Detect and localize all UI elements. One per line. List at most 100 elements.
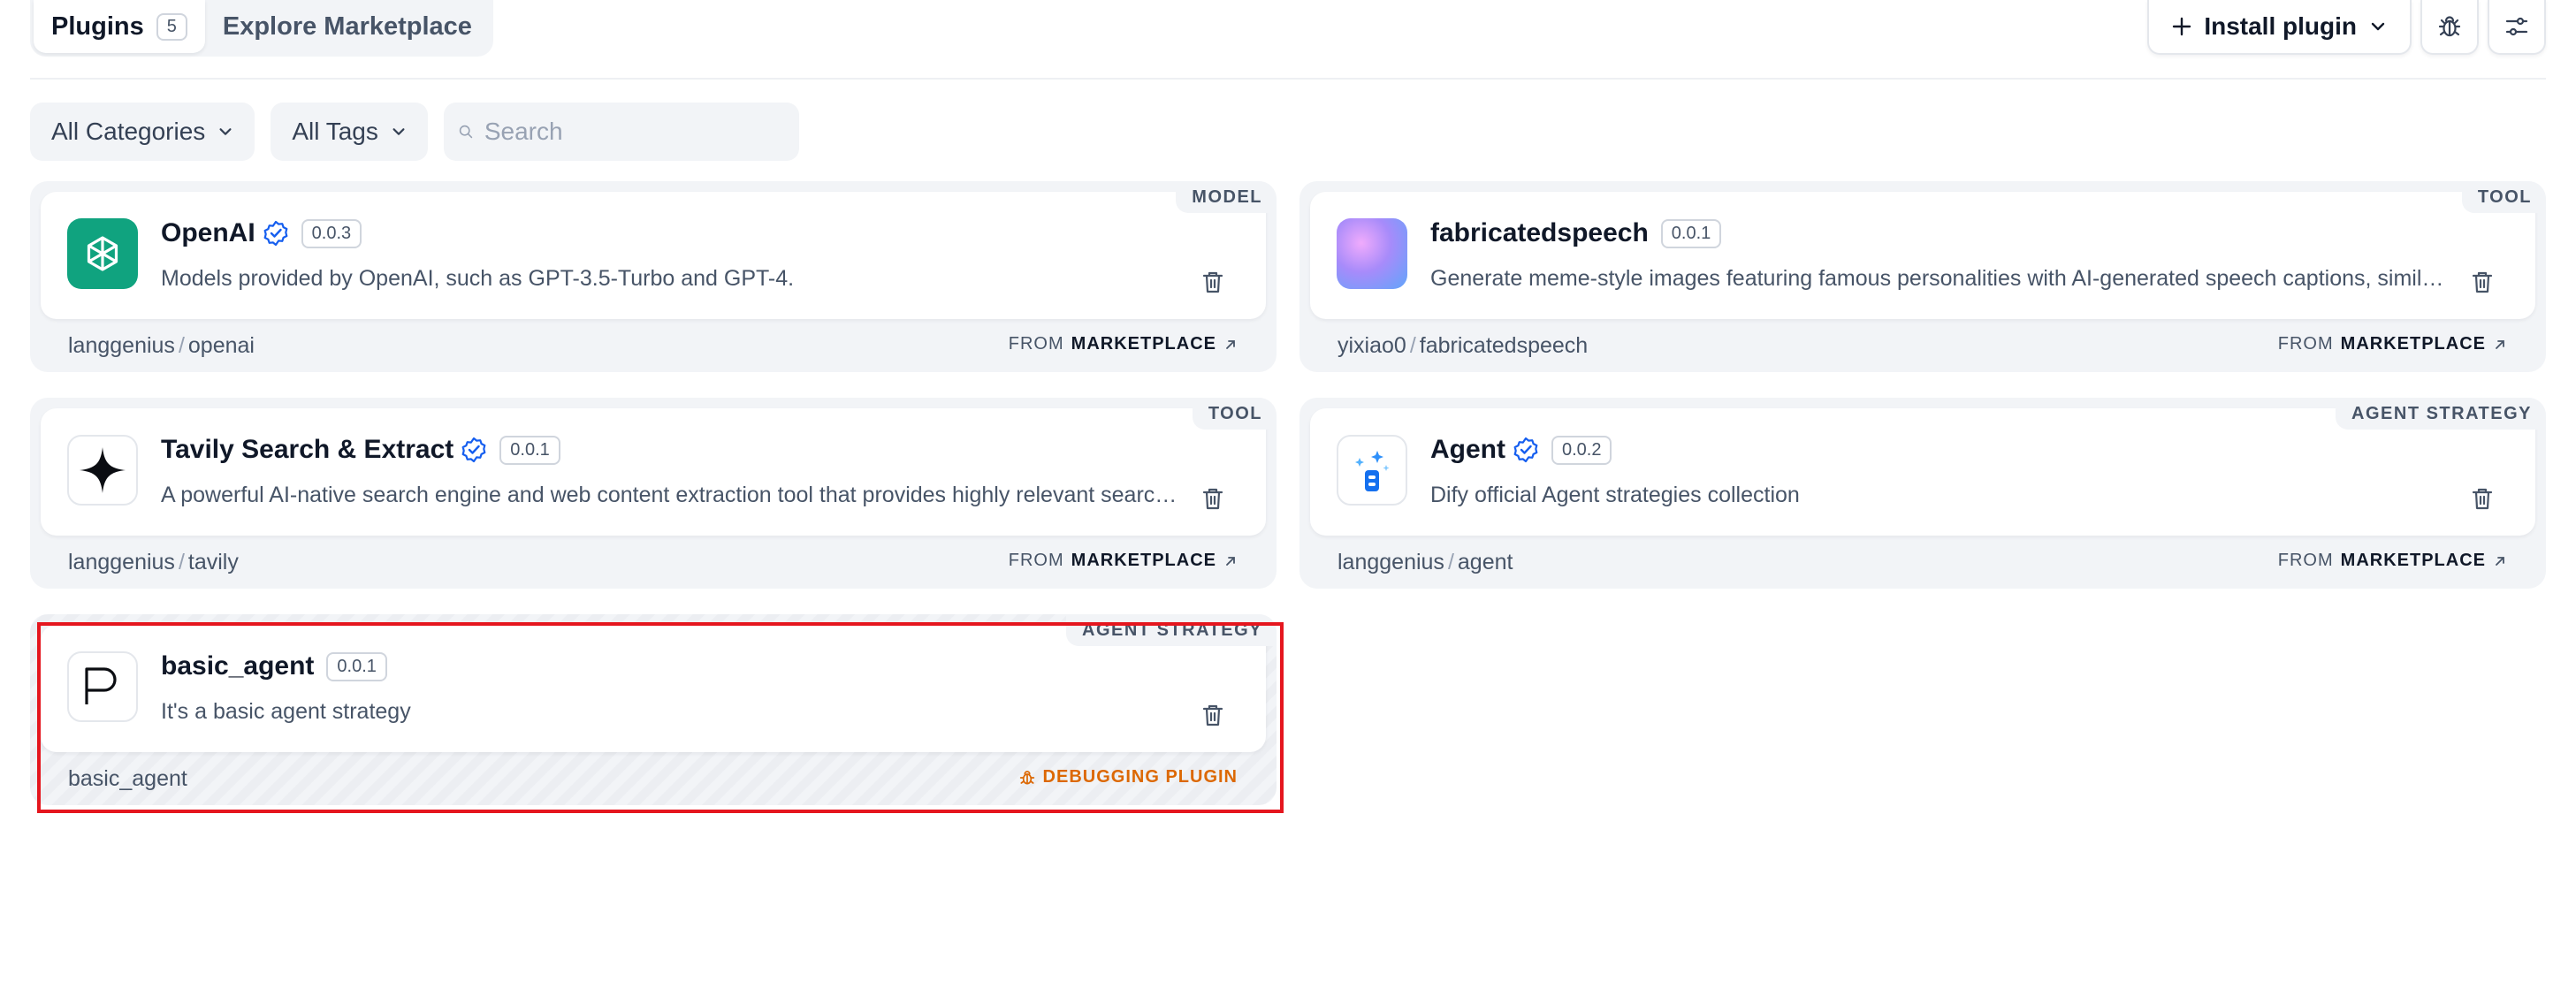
delete-plugin-button[interactable] xyxy=(1197,266,1229,298)
debug-button[interactable] xyxy=(2420,0,2479,55)
search-box[interactable] xyxy=(443,103,799,161)
source-label: MARKETPLACE xyxy=(1071,334,1216,354)
author-name: langgenius xyxy=(1338,550,1444,574)
plugin-name: Agent xyxy=(1430,435,1505,464)
author-separator: / xyxy=(178,333,185,358)
delete-plugin-button[interactable] xyxy=(1197,699,1229,731)
arrow-up-right-icon xyxy=(2496,339,2504,349)
debugging-plugin-text: DEBUGGING PLUGIN xyxy=(1042,767,1238,787)
chevron-down-icon xyxy=(219,128,232,135)
marketplace-link[interactable]: FROM MARKETPLACE xyxy=(2278,551,2507,571)
plugin-author: yixiao0/fabricatedspeech xyxy=(1338,333,1588,359)
trash-icon xyxy=(1202,488,1223,510)
plugin-description: It's a basic agent strategy xyxy=(161,699,411,724)
plugin-card[interactable]: OpenAI 0.0.3 Models provided by OpenAI, … xyxy=(30,181,1277,372)
delete-plugin-button[interactable] xyxy=(1197,483,1229,514)
author-name: langgenius xyxy=(68,550,175,574)
trash-icon xyxy=(1202,271,1223,293)
plugin-slug: agent xyxy=(1457,550,1513,574)
author-separator: / xyxy=(1447,550,1454,574)
version-badge: 0.0.1 xyxy=(499,435,560,465)
bug-icon xyxy=(1019,770,1034,785)
plugin-card-body: OpenAI 0.0.3 Models provided by OpenAI, … xyxy=(41,192,1266,319)
plugin-description: Models provided by OpenAI, such as GPT-3… xyxy=(161,266,795,291)
plugins-count-badge: 5 xyxy=(156,12,187,41)
arrow-up-right-icon xyxy=(2496,556,2504,566)
delete-plugin-button[interactable] xyxy=(2466,483,2498,514)
marketplace-link[interactable]: FROM MARKETPLACE xyxy=(1009,334,1238,354)
category-badge: TOOL xyxy=(1192,398,1277,430)
agent-logo-icon xyxy=(1337,435,1407,506)
plus-icon xyxy=(2173,17,2191,36)
arrow-up-right-icon xyxy=(1226,556,1235,566)
tab-group: Plugins 5 Explore Marketplace xyxy=(30,0,493,57)
author-separator: / xyxy=(1409,333,1416,358)
plugin-author: langgenius / openai xyxy=(68,333,255,359)
tags-dropdown[interactable]: All Tags xyxy=(271,103,428,161)
plugin-title-row: OpenAI 0.0.3 xyxy=(161,218,362,248)
source-label: MARKETPLACE xyxy=(2340,334,2486,354)
source-prefix: FROM xyxy=(2277,334,2334,354)
plugin-card-body: fabricatedspeech 0.0.1 Generate meme-sty… xyxy=(1310,192,2535,319)
plugin-description: A powerful AI-native search engine and w… xyxy=(161,483,1186,507)
source-label: MARKETPLACE xyxy=(1071,551,1216,570)
plugin-name: basic_agent xyxy=(161,651,315,681)
verified-badge-icon xyxy=(461,437,486,463)
plugin-name: OpenAI xyxy=(161,218,255,247)
tab-explore-marketplace-label: Explore Marketplace xyxy=(222,11,472,41)
categories-dropdown[interactable]: All Categories xyxy=(30,103,255,161)
author-name: langgenius xyxy=(68,333,175,358)
bug-icon xyxy=(2438,16,2461,37)
tab-explore-marketplace[interactable]: Explore Marketplace xyxy=(205,0,490,53)
version-badge: 0.0.1 xyxy=(1660,218,1722,248)
category-badge: MODEL xyxy=(1176,181,1277,213)
marketplace-link[interactable]: FROM MARKETPLACE xyxy=(1009,551,1238,571)
settings-button[interactable] xyxy=(2488,0,2546,55)
verified-badge-icon xyxy=(1513,437,1538,463)
plugin-card[interactable]: Agent 0.0.2 Dify official Agent strategi… xyxy=(1299,398,2546,589)
install-plugin-button[interactable]: Install plugin xyxy=(2147,0,2412,55)
arrow-up-right-icon xyxy=(1226,339,1235,349)
category-badge: AGENT STRATEGY xyxy=(1066,614,1277,646)
p-logo-icon xyxy=(67,651,138,722)
tags-label: All Tags xyxy=(292,118,378,145)
gradient-logo-icon xyxy=(1337,218,1407,289)
plugin-slug: fabricatedspeech xyxy=(1419,333,1589,358)
plugin-description: Generate meme-style images featuring fam… xyxy=(1430,266,2456,291)
delete-plugin-button[interactable] xyxy=(2466,266,2498,298)
plugin-name: fabricatedspeech xyxy=(1430,218,1649,247)
search-input[interactable] xyxy=(484,118,785,146)
plugin-title-row: Tavily Search & Extract 0.0.1 xyxy=(161,435,560,465)
source-label: MARKETPLACE xyxy=(2340,551,2486,570)
version-badge: 0.0.2 xyxy=(1551,435,1612,465)
plugin-name: Tavily Search & Extract xyxy=(161,435,454,464)
chevron-down-icon xyxy=(392,128,405,135)
tab-plugins[interactable]: Plugins 5 xyxy=(34,0,205,53)
plugin-author: langgenius / tavily xyxy=(68,550,239,575)
debugging-plugin-label: DEBUGGING PLUGIN xyxy=(1018,767,1238,787)
source-prefix: FROM xyxy=(1008,551,1064,570)
plugin-author: basic_agent xyxy=(68,766,187,792)
plugin-title-row: fabricatedspeech 0.0.1 xyxy=(1430,218,1722,248)
category-badge: TOOL xyxy=(2461,181,2546,213)
tavily-logo-icon xyxy=(67,435,138,506)
install-plugin-label: Install plugin xyxy=(2204,12,2357,40)
plugin-card-body: Tavily Search & Extract 0.0.1 A powerful… xyxy=(41,408,1266,536)
plugin-card-debug[interactable]: basic_agent 0.0.1 It's a basic agent str… xyxy=(30,614,1277,805)
marketplace-link[interactable]: FROM MARKETPLACE xyxy=(2278,334,2507,354)
source-prefix: FROM xyxy=(2277,551,2334,570)
plugin-title-row: Agent 0.0.2 xyxy=(1430,435,1612,465)
filter-bar: All Categories All Tags xyxy=(30,103,799,161)
search-icon xyxy=(459,125,473,139)
openai-logo-icon xyxy=(67,218,138,289)
categories-label: All Categories xyxy=(51,118,206,145)
plugin-description: Dify official Agent strategies collectio… xyxy=(1430,483,1800,507)
top-bar: Plugins 5 Explore Marketplace Install pl… xyxy=(30,0,2546,80)
top-actions: Install plugin xyxy=(2147,0,2546,57)
plugin-title-row: basic_agent 0.0.1 xyxy=(161,651,387,681)
source-prefix: FROM xyxy=(1008,334,1064,354)
trash-icon xyxy=(2472,271,2493,293)
plugin-card[interactable]: Tavily Search & Extract 0.0.1 A powerful… xyxy=(30,398,1277,589)
plugin-card[interactable]: fabricatedspeech 0.0.1 Generate meme-sty… xyxy=(1299,181,2546,372)
tab-plugins-label: Plugins xyxy=(51,11,144,41)
